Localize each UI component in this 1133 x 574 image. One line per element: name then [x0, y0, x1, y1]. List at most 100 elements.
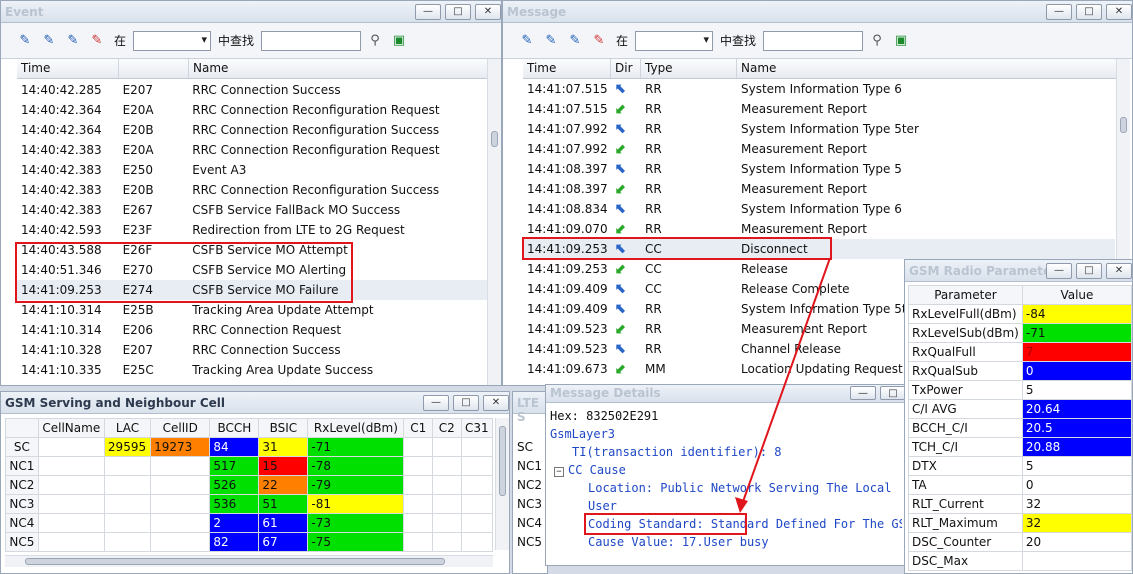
tree-node-ti[interactable]: TI(transaction identifier): 8 — [550, 443, 902, 461]
table-row[interactable]: RxLevelFull(dBm) -84 — [908, 304, 1132, 324]
table-row[interactable]: 14:41:08.834 ⬉ RR System Information Type 6 — [523, 199, 1115, 219]
maximize-button[interactable]: □ — [445, 4, 471, 20]
cell-type: RR — [645, 142, 662, 156]
table-row[interactable]: 14:41:07.992 ⬋ RR Measurement Report — [523, 139, 1115, 159]
tree-node-cause-value[interactable]: Cause Value: 17.User busy — [550, 533, 902, 551]
column-header[interactable]: BCCH — [209, 418, 260, 438]
table-row[interactable]: 14:40:42.383 E20A RRC Connection Reconfigu… — [17, 140, 487, 160]
column-header[interactable] — [5, 418, 39, 438]
filter-icon[interactable]: ✎ — [517, 32, 537, 50]
table-row[interactable]: NC2 526 22 -79 — [5, 475, 494, 495]
col-time[interactable]: Time — [17, 59, 119, 78]
search-icon[interactable]: ⚲ — [867, 32, 887, 50]
column-header[interactable]: CellID — [150, 418, 211, 438]
table-row[interactable]: DTX 5 — [908, 456, 1132, 476]
column-header[interactable]: Parameter — [908, 285, 1023, 305]
table-row[interactable]: 14:41:08.397 ⬋ RR Measurement Report — [523, 179, 1115, 199]
table-row[interactable]: NC3 536 51 -81 — [5, 494, 494, 514]
table-row[interactable]: RxQualFull 7 — [908, 342, 1132, 362]
table-row[interactable]: 14:41:10.314 E25B Tracking Area Update Att… — [17, 300, 487, 320]
search-input[interactable] — [763, 30, 864, 51]
export-excel-icon[interactable]: ▣ — [389, 32, 409, 50]
minimize-button[interactable]: — — [1046, 263, 1072, 279]
table-row[interactable]: 14:40:42.383 E267 CSFB Service FallBack MO… — [17, 200, 487, 220]
collapse-icon[interactable]: − — [554, 467, 564, 477]
close-button[interactable]: ✕ — [483, 395, 509, 411]
table-row[interactable]: RxLevelSub(dBm) -71 — [908, 323, 1132, 343]
col-code[interactable] — [119, 59, 189, 78]
maximize-button[interactable]: □ — [880, 386, 906, 400]
filter-icon[interactable]: ✎ — [15, 32, 35, 50]
tree-node-location[interactable]: Location: Public Network Serving The Loc… — [550, 479, 902, 515]
search-icon[interactable]: ⚲ — [365, 32, 385, 50]
table-row[interactable]: TxPower 5 — [908, 380, 1132, 400]
col-name[interactable]: Name — [737, 59, 1117, 78]
table-row[interactable]: NC5 82 67 -75 — [5, 532, 494, 552]
table-row[interactable]: DSC_Max — [908, 551, 1132, 571]
column-header[interactable]: C31 — [460, 418, 494, 438]
search-input[interactable] — [261, 30, 362, 51]
filter-add-icon[interactable]: ✎ — [39, 32, 59, 50]
table-row[interactable]: 14:40:42.285 E207 RRC Connection Success — [17, 80, 487, 100]
column-header[interactable]: C2 — [432, 418, 462, 438]
col-type[interactable]: Type — [641, 59, 737, 78]
column-header[interactable]: BSIC — [258, 418, 309, 438]
find-field-combo[interactable] — [133, 30, 212, 51]
table-row[interactable]: 14:40:42.593 E23F Redirection from LTE to … — [17, 220, 487, 240]
table-row[interactable]: 14:41:10.314 E206 RRC Connection Request — [17, 320, 487, 340]
column-header[interactable]: RxLevel(dBm) — [307, 418, 405, 438]
table-row[interactable]: 14:40:42.364 E20B RRC Connection Reconfigu… — [17, 120, 487, 140]
table-row[interactable]: 14:41:07.515 ⬉ RR System Information Type 6 — [523, 79, 1115, 99]
table-row[interactable]: TA 0 — [908, 475, 1132, 495]
close-button[interactable]: ✕ — [475, 4, 501, 20]
find-field-combo[interactable] — [635, 30, 714, 51]
maximize-button[interactable]: □ — [453, 395, 479, 411]
filter-clear-icon[interactable]: ✎ — [589, 32, 609, 50]
table-row[interactable]: 14:41:09.070 ⬋ RR Measurement Report — [523, 219, 1115, 239]
filter-clear-icon[interactable]: ✎ — [87, 32, 107, 50]
tree-node-layer3[interactable]: GsmLayer3 — [550, 425, 902, 443]
filter-next-icon[interactable]: ✎ — [565, 32, 585, 50]
table-row[interactable]: 14:40:42.364 E20A RRC Connection Reconfigu… — [17, 100, 487, 120]
close-button[interactable]: ✕ — [1106, 263, 1132, 279]
minimize-button[interactable]: — — [423, 395, 449, 411]
table-row[interactable]: 14:41:10.335 E25C Tracking Area Update Suc… — [17, 360, 487, 380]
table-row[interactable]: 14:41:07.515 ⬋ RR Measurement Report — [523, 99, 1115, 119]
table-row[interactable]: RxQualSub 0 — [908, 361, 1132, 381]
close-button[interactable]: ✕ — [1106, 4, 1132, 20]
column-header[interactable]: Value — [1021, 285, 1132, 305]
table-row[interactable]: NC1 517 15 -78 — [5, 456, 494, 476]
table-row[interactable]: 14:40:42.383 E20B RRC Connection Reconfigu… — [17, 180, 487, 200]
maximize-button[interactable]: □ — [1076, 4, 1102, 20]
table-row[interactable]: 14:41:10.328 E207 RRC Connection Success — [17, 340, 487, 360]
minimize-button[interactable]: — — [1046, 4, 1072, 20]
table-row[interactable]: 14:41:07.992 ⬉ RR System Information Type 5… — [523, 119, 1115, 139]
column-header[interactable]: CellName — [37, 418, 105, 438]
table-row[interactable]: TCH_C/I 20.88 — [908, 437, 1132, 457]
table-row[interactable]: DSC_Counter 20 — [908, 532, 1132, 552]
col-name[interactable]: Name — [189, 59, 489, 78]
table-row[interactable]: RLT_Current 32 — [908, 494, 1132, 514]
minimize-button[interactable]: — — [850, 386, 876, 400]
table-row[interactable]: C/I AVG 20.64 — [908, 399, 1132, 419]
minimize-button[interactable]: — — [415, 4, 441, 20]
table-row[interactable]: NC4 2 61 -73 — [5, 513, 494, 533]
gsm-cell-hscrollbar[interactable] — [5, 555, 493, 567]
tree-node-cc-cause[interactable]: − CC Cause — [550, 461, 902, 479]
table-row[interactable]: 14:40:42.383 E250 Event A3 — [17, 160, 487, 180]
gsm-cell-scrollbar[interactable] — [495, 418, 509, 550]
column-header[interactable]: LAC — [103, 418, 152, 438]
table-row[interactable]: SC 29595 19273 84 31 -71 — [5, 437, 494, 457]
event-scrollbar[interactable] — [487, 59, 501, 385]
maximize-button[interactable]: □ — [1076, 263, 1102, 279]
filter-add-icon[interactable]: ✎ — [541, 32, 561, 50]
export-excel-icon[interactable]: ▣ — [891, 32, 911, 50]
cell-time: 14:41:08.397 — [527, 162, 608, 176]
col-dir[interactable]: Dir — [611, 59, 641, 78]
col-time[interactable]: Time — [523, 59, 611, 78]
table-row[interactable]: 14:41:08.397 ⬉ RR System Information Type 5 — [523, 159, 1115, 179]
table-row[interactable]: RLT_Maximum 32 — [908, 513, 1132, 533]
column-header[interactable]: C1 — [403, 418, 434, 438]
filter-next-icon[interactable]: ✎ — [63, 32, 83, 50]
table-row[interactable]: BCCH_C/I 20.5 — [908, 418, 1132, 438]
